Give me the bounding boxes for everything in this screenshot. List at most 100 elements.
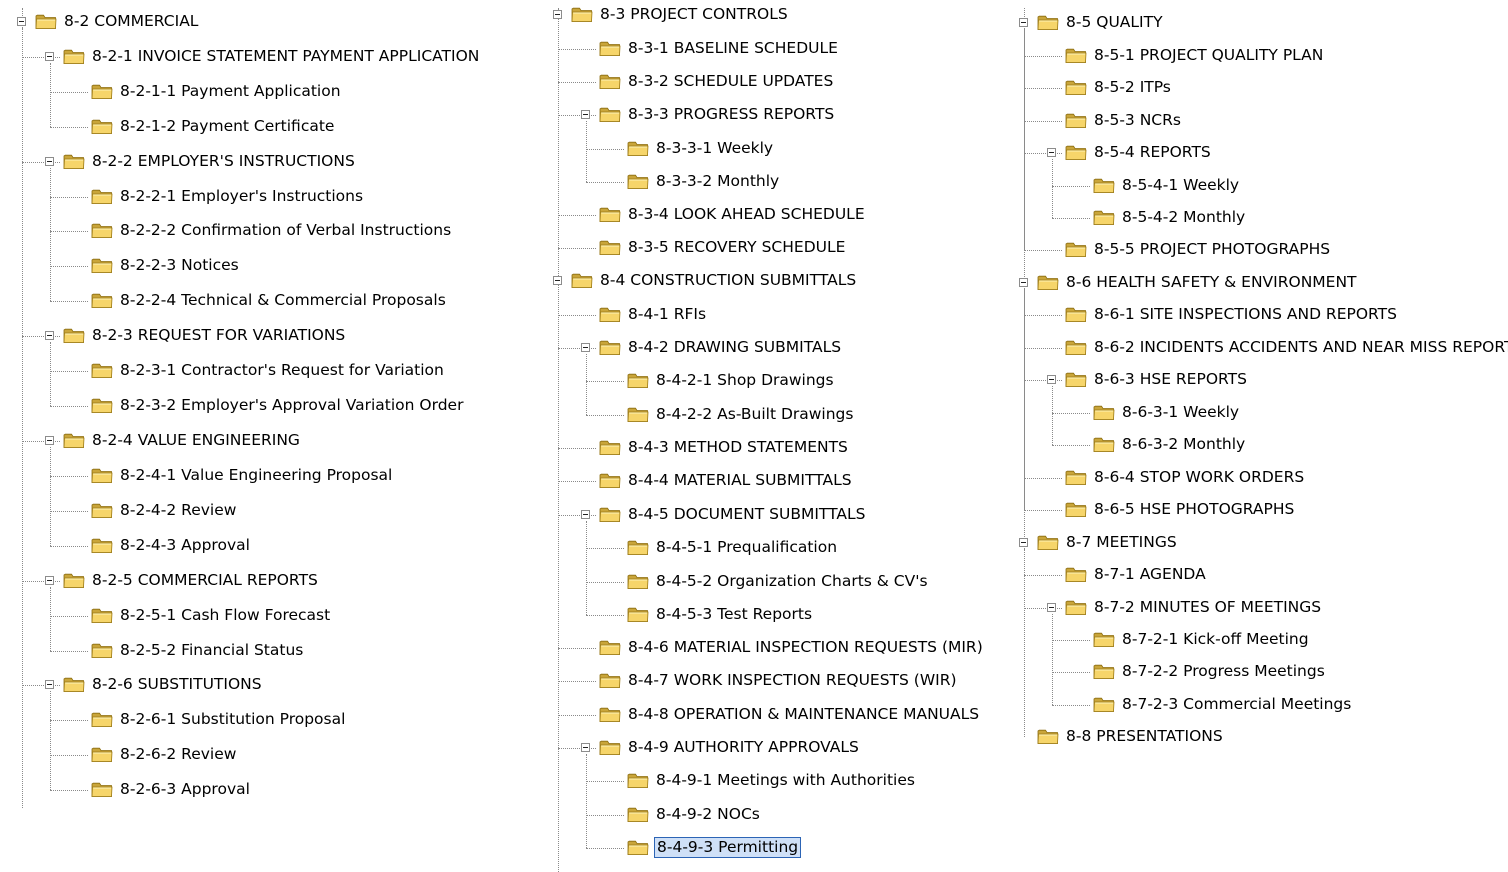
tree-node-label[interactable]: 8-7 MEETINGS [1064,532,1179,553]
collapse-toggle-icon[interactable] [1047,603,1056,612]
tree-node-label[interactable]: 8-4-8 OPERATION & MAINTENANCE MANUALS [626,704,981,725]
tree-node-label[interactable]: 8-3-2 SCHEDULE UPDATES [626,71,835,92]
tree-node-label[interactable]: 8-2-5-1 Cash Flow Forecast [118,605,332,626]
tree-node[interactable]: 8-3-3-2 Monthly [608,170,1128,194]
tree-node[interactable]: 8-4-9-3 Permitting [608,836,1128,860]
tree-node[interactable]: 8-4-9-1 Meetings with Authorities [608,769,1128,793]
tree-node[interactable]: 8-4 CONSTRUCTION SUBMITTALS [552,269,1072,293]
tree-node[interactable]: 8-7-2-2 Progress Meetings [1074,660,1508,684]
tree-node[interactable]: 8-2-6-3 Approval [72,778,592,802]
tree-node[interactable]: 8-6-1 SITE INSPECTIONS AND REPORTS [1046,303,1508,327]
tree-node[interactable]: 8-2-5-1 Cash Flow Forecast [72,604,592,628]
tree-node[interactable]: 8-4-2-2 As-Built Drawings [608,403,1128,427]
tree-node-label[interactable]: 8-7-2-3 Commercial Meetings [1120,694,1353,715]
tree-node-label[interactable]: 8-2-4-2 Review [118,500,238,521]
tree-node[interactable]: 8-4-8 OPERATION & MAINTENANCE MANUALS [580,703,1100,727]
tree-node[interactable]: 8-7-2-1 Kick-off Meeting [1074,628,1508,652]
tree-node-label[interactable]: 8-4-7 WORK INSPECTION REQUESTS (WIR) [626,670,959,691]
collapse-toggle-icon[interactable] [1047,375,1056,384]
tree-node[interactable]: 8-4-3 METHOD STATEMENTS [580,436,1100,460]
tree-node-label[interactable]: 8-7-2-2 Progress Meetings [1120,661,1327,682]
tree-node[interactable]: 8-2-2-2 Confirmation of Verbal Instructi… [72,219,592,243]
tree-node[interactable]: 8-2-4-2 Review [72,499,592,523]
tree-node[interactable]: 8-5-2 ITPs [1046,76,1508,100]
tree-node[interactable]: 8-2-3-2 Employer's Approval Variation Or… [72,394,592,418]
tree-node[interactable]: 8-3-5 RECOVERY SCHEDULE [580,236,1100,260]
tree-node[interactable]: 8-7-1 AGENDA [1046,563,1508,587]
tree-node-label[interactable]: 8-7-1 AGENDA [1092,564,1208,585]
tree-node-label[interactable]: 8-8 PRESENTATIONS [1064,726,1225,747]
collapse-toggle-icon[interactable] [581,343,590,352]
collapse-toggle-icon[interactable] [45,331,54,340]
tree-node-label[interactable]: 8-6-4 STOP WORK ORDERS [1092,467,1306,488]
tree-node-label[interactable]: 8-2-6-3 Approval [118,779,252,800]
tree-node-label[interactable]: 8-4-2-2 As-Built Drawings [654,404,855,425]
tree-node-label[interactable]: 8-2-2-3 Notices [118,255,241,276]
tree-node[interactable]: 8-4-2 DRAWING SUBMITALS [580,336,1100,360]
tree-node-label[interactable]: 8-4-5-3 Test Reports [654,604,814,625]
collapse-toggle-icon[interactable] [553,276,562,285]
tree-node-label[interactable]: 8-4-2 DRAWING SUBMITALS [626,337,843,358]
tree-node[interactable]: 8-5-1 PROJECT QUALITY PLAN [1046,44,1508,68]
tree-node[interactable]: 8-3-3 PROGRESS REPORTS [580,103,1100,127]
tree-node[interactable]: 8-4-6 MATERIAL INSPECTION REQUESTS (MIR) [580,636,1100,660]
tree-node-label[interactable]: 8-6-2 INCIDENTS ACCIDENTS AND NEAR MISS … [1092,337,1508,358]
tree-node-label[interactable]: 8-3-5 RECOVERY SCHEDULE [626,237,847,258]
tree-node[interactable]: 8-4-5 DOCUMENT SUBMITTALS [580,503,1100,527]
tree-node[interactable]: 8-7-2 MINUTES OF MEETINGS [1046,596,1508,620]
tree-node[interactable]: 8-3-4 LOOK AHEAD SCHEDULE [580,203,1100,227]
tree-node[interactable]: 8-2-3 REQUEST FOR VARIATIONS [44,324,564,348]
tree-node-label[interactable]: 8-3-3 PROGRESS REPORTS [626,104,836,125]
tree-node-label[interactable]: 8-4-6 MATERIAL INSPECTION REQUESTS (MIR) [626,637,985,658]
tree-node-label[interactable]: 8-5-4 REPORTS [1092,142,1213,163]
tree-node-label[interactable]: 8-2-5 COMMERCIAL REPORTS [90,570,320,591]
tree-node[interactable]: 8-6-3-2 Monthly [1074,433,1508,457]
tree-node-label[interactable]: 8-6 HEALTH SAFETY & ENVIRONMENT [1064,272,1359,293]
tree-node[interactable]: 8-2-1 INVOICE STATEMENT PAYMENT APPLICAT… [44,45,564,69]
tree-node[interactable]: 8-2-2-3 Notices [72,254,592,278]
collapse-toggle-icon[interactable] [553,10,562,19]
tree-node-label[interactable]: 8-5-1 PROJECT QUALITY PLAN [1092,45,1325,66]
tree-node[interactable]: 8-2-1-1 Payment Application [72,80,592,104]
tree-node-label[interactable]: 8-5-2 ITPs [1092,77,1173,98]
tree-node-label[interactable]: 8-2-6 SUBSTITUTIONS [90,674,264,695]
tree-node-label[interactable]: 8-2-1 INVOICE STATEMENT PAYMENT APPLICAT… [90,46,481,67]
tree-node-label[interactable]: 8-4-9 AUTHORITY APPROVALS [626,737,861,758]
tree-node[interactable]: 8-5-4-1 Weekly [1074,174,1508,198]
tree-node-label[interactable]: 8-2-2 EMPLOYER'S INSTRUCTIONS [90,151,357,172]
tree-node[interactable]: 8-6-4 STOP WORK ORDERS [1046,466,1508,490]
tree-node-label[interactable]: 8-2-6-1 Substitution Proposal [118,709,347,730]
tree-node-label[interactable]: 8-4-9-3 Permitting [654,837,802,858]
tree-node[interactable]: 8-2-4 VALUE ENGINEERING [44,429,564,453]
tree-node[interactable]: 8-2-5-2 Financial Status [72,639,592,663]
tree-node-label[interactable]: 8-2-2-1 Employer's Instructions [118,186,365,207]
tree-node-label[interactable]: 8-4-4 MATERIAL SUBMITTALS [626,470,854,491]
tree-node[interactable]: 8-3-1 BASELINE SCHEDULE [580,37,1100,61]
tree-node-label[interactable]: 8-6-3 HSE REPORTS [1092,369,1249,390]
tree-node[interactable]: 8-4-4 MATERIAL SUBMITTALS [580,469,1100,493]
tree-node-label[interactable]: 8-4-1 RFIs [626,304,708,325]
tree-node-label[interactable]: 8-6-1 SITE INSPECTIONS AND REPORTS [1092,304,1399,325]
collapse-toggle-icon[interactable] [45,52,54,61]
tree-node[interactable]: 8-2-6-2 Review [72,743,592,767]
tree-node-label[interactable]: 8-2-3-1 Contractor's Request for Variati… [118,360,446,381]
tree-node-label[interactable]: 8-7-2-1 Kick-off Meeting [1120,629,1311,650]
collapse-toggle-icon[interactable] [581,110,590,119]
tree-node[interactable]: 8-6-2 INCIDENTS ACCIDENTS AND NEAR MISS … [1046,336,1508,360]
tree-node-label[interactable]: 8-2-5-2 Financial Status [118,640,305,661]
tree-node-label[interactable]: 8-2-1-1 Payment Application [118,81,343,102]
tree-node-label[interactable]: 8-4 CONSTRUCTION SUBMITTALS [598,270,858,291]
tree-node-label[interactable]: 8-5-4-2 Monthly [1120,207,1247,228]
tree-node-label[interactable]: 8-4-9-1 Meetings with Authorities [654,770,917,791]
tree-node[interactable]: 8-2-5 COMMERCIAL REPORTS [44,569,564,593]
tree-node-label[interactable]: 8-5-5 PROJECT PHOTOGRAPHS [1092,239,1332,260]
tree-node[interactable]: 8-5-4 REPORTS [1046,141,1508,165]
tree-node-label[interactable]: 8-6-5 HSE PHOTOGRAPHS [1092,499,1296,520]
tree-node[interactable]: 8-6-3-1 Weekly [1074,401,1508,425]
tree-node-label[interactable]: 8-5 QUALITY [1064,12,1165,33]
tree-node-label[interactable]: 8-3-3-1 Weekly [654,138,775,159]
tree-node[interactable]: 8-2 COMMERCIAL [16,10,536,34]
tree-node-label[interactable]: 8-4-5 DOCUMENT SUBMITTALS [626,504,867,525]
tree-node[interactable]: 8-7-2-3 Commercial Meetings [1074,693,1508,717]
tree-node-label[interactable]: 8-5-3 NCRs [1092,110,1183,131]
